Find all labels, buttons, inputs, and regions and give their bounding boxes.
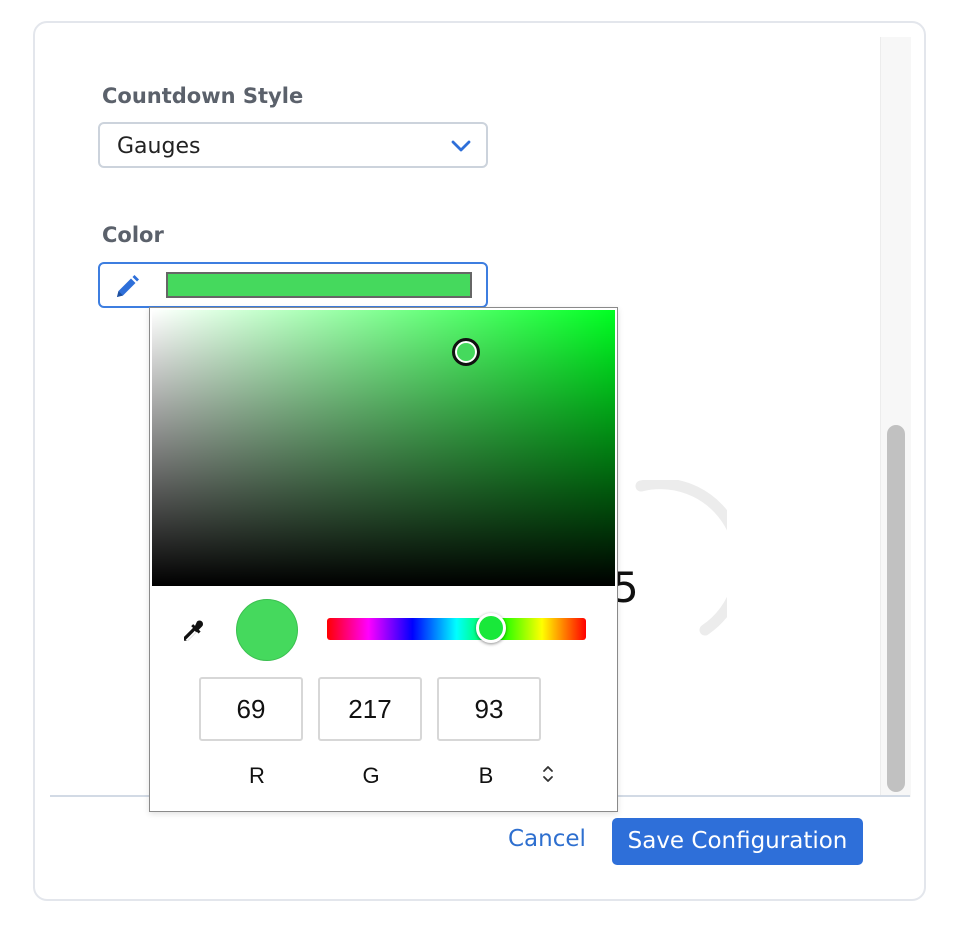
color-picker-popup: 69 217 93 R G B (149, 307, 618, 812)
countdown-style-value: Gauges (117, 134, 201, 159)
color-preview (236, 599, 298, 661)
red-input[interactable]: 69 (199, 677, 303, 741)
color-swatch[interactable] (166, 272, 472, 298)
save-configuration-button[interactable]: Save Configuration (612, 818, 863, 865)
countdown-style-select[interactable]: Gauges (98, 122, 488, 168)
countdown-style-label: Countdown Style (102, 84, 304, 108)
green-label: G (362, 763, 380, 788)
red-label: R (249, 763, 265, 788)
color-label: Color (102, 223, 164, 247)
saturation-handle[interactable] (452, 338, 480, 366)
format-toggle-icon[interactable] (540, 763, 556, 785)
pencil-icon[interactable] (113, 273, 141, 301)
saturation-value-area[interactable] (152, 310, 615, 586)
color-field[interactable] (98, 262, 488, 308)
chevron-down-icon (451, 140, 471, 152)
scrollbar-thumb[interactable] (887, 425, 905, 792)
hue-slider-handle[interactable] (476, 613, 506, 643)
cancel-button[interactable]: Cancel (508, 826, 586, 852)
blue-label: B (478, 763, 494, 788)
green-input[interactable]: 217 (318, 677, 422, 741)
blue-input[interactable]: 93 (437, 677, 541, 741)
eyedropper-icon[interactable] (178, 618, 208, 648)
hue-slider[interactable] (327, 618, 586, 640)
